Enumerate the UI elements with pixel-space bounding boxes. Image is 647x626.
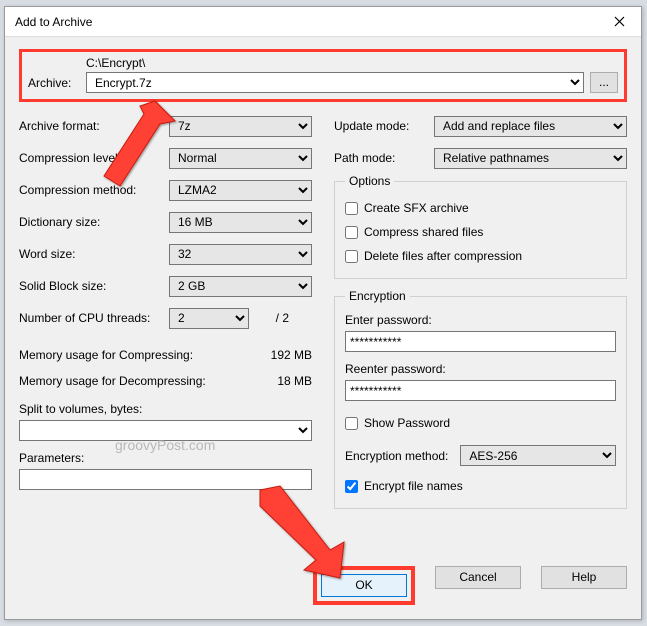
dictionary-size-label: Dictionary size:	[19, 215, 169, 229]
compression-level-label: Compression level:	[19, 151, 169, 165]
path-mode-label: Path mode:	[334, 151, 434, 165]
delete-after-label: Delete files after compression	[364, 249, 522, 263]
archive-filename-input[interactable]: Encrypt.7z	[86, 72, 584, 93]
left-column: Archive format: 7z Compression level: No…	[19, 110, 312, 509]
encrypt-filenames-checkbox[interactable]	[345, 480, 358, 493]
word-size-label: Word size:	[19, 247, 169, 261]
add-to-archive-dialog: Add to Archive C:\Encrypt\ Archive: Encr…	[4, 6, 642, 620]
solid-block-size-label: Solid Block size:	[19, 279, 169, 293]
compress-shared-checkbox[interactable]	[345, 226, 358, 239]
create-sfx-label: Create SFX archive	[364, 201, 469, 215]
compression-level-select[interactable]: Normal	[169, 148, 312, 169]
dictionary-size-select[interactable]: 16 MB	[169, 212, 312, 233]
enter-password-input[interactable]	[345, 331, 616, 352]
split-volumes-label: Split to volumes, bytes:	[19, 402, 312, 416]
cancel-button[interactable]: Cancel	[435, 566, 521, 589]
update-mode-label: Update mode:	[334, 119, 434, 133]
encryption-legend: Encryption	[345, 289, 410, 303]
reenter-password-input[interactable]	[345, 380, 616, 401]
archive-label: Archive:	[28, 76, 86, 90]
solid-block-size-select[interactable]: 2 GB	[169, 276, 312, 297]
close-icon	[614, 16, 625, 27]
reenter-password-label: Reenter password:	[345, 362, 616, 376]
compression-method-select[interactable]: LZMA2	[169, 180, 312, 201]
right-column: Update mode: Add and replace files Path …	[334, 110, 627, 509]
help-button[interactable]: Help	[541, 566, 627, 589]
archive-format-select[interactable]: 7z	[169, 116, 312, 137]
titlebar: Add to Archive	[5, 7, 641, 37]
memory-compress-value: 192 MB	[271, 348, 312, 362]
create-sfx-checkbox[interactable]	[345, 202, 358, 215]
button-bar: OK Cancel Help	[313, 566, 627, 605]
compression-method-label: Compression method:	[19, 183, 169, 197]
close-button[interactable]	[597, 7, 641, 37]
cpu-threads-label: Number of CPU threads:	[19, 311, 169, 325]
path-mode-select[interactable]: Relative pathnames	[434, 148, 627, 169]
enter-password-label: Enter password:	[345, 313, 616, 327]
archive-path: C:\Encrypt\	[86, 56, 618, 70]
compress-shared-label: Compress shared files	[364, 225, 483, 239]
memory-decompress-value: 18 MB	[277, 374, 312, 388]
update-mode-select[interactable]: Add and replace files	[434, 116, 627, 137]
cpu-threads-max: / 2	[249, 311, 289, 325]
parameters-label: Parameters:	[19, 451, 312, 465]
split-volumes-select[interactable]	[19, 420, 312, 441]
archive-highlight-box: C:\Encrypt\ Archive: Encrypt.7z ...	[19, 49, 627, 102]
show-password-label: Show Password	[364, 416, 450, 430]
show-password-checkbox[interactable]	[345, 417, 358, 430]
memory-compress-label: Memory usage for Compressing:	[19, 348, 193, 362]
memory-decompress-label: Memory usage for Decompressing:	[19, 374, 206, 388]
options-fieldset: Options Create SFX archive Compress shar…	[334, 174, 627, 279]
encryption-method-label: Encryption method:	[345, 449, 448, 463]
encryption-method-select[interactable]: AES-256	[460, 445, 616, 466]
cpu-threads-select[interactable]: 2	[169, 308, 249, 329]
delete-after-checkbox[interactable]	[345, 250, 358, 263]
encryption-fieldset: Encryption Enter password: Reenter passw…	[334, 289, 627, 509]
archive-format-label: Archive format:	[19, 119, 169, 133]
browse-button[interactable]: ...	[590, 72, 618, 93]
parameters-input[interactable]	[19, 469, 312, 490]
word-size-select[interactable]: 32	[169, 244, 312, 265]
encrypt-filenames-label: Encrypt file names	[364, 479, 463, 493]
window-title: Add to Archive	[15, 15, 597, 29]
ok-highlight-box: OK	[313, 566, 415, 605]
ok-button[interactable]: OK	[321, 574, 407, 597]
options-legend: Options	[345, 174, 394, 188]
